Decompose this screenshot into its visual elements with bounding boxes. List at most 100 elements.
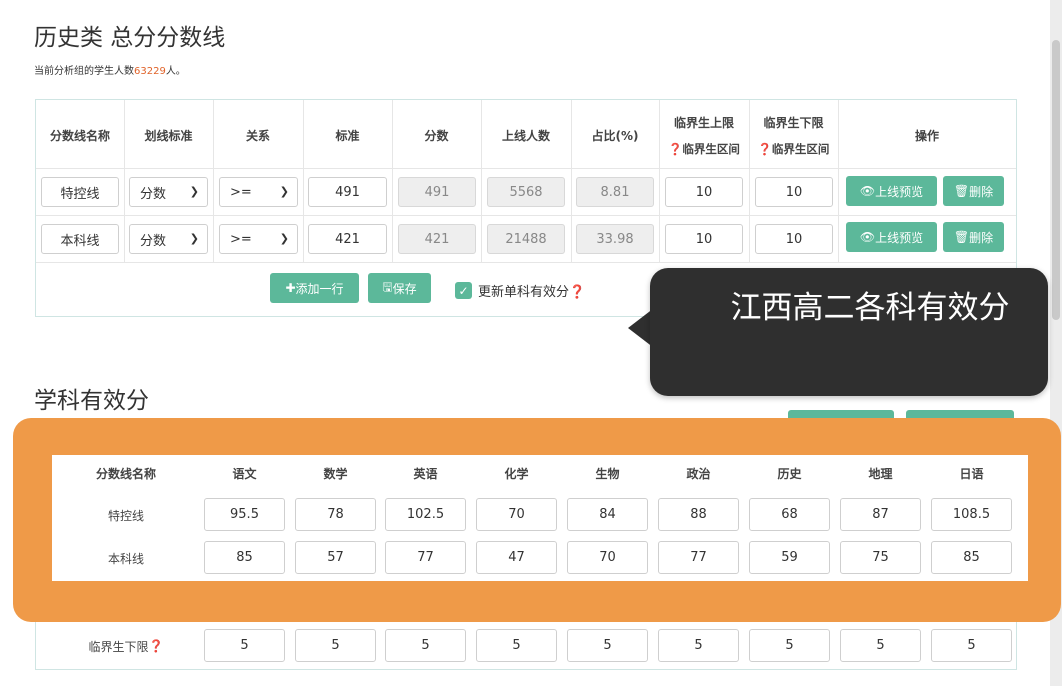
header-standard: 标准 <box>335 128 360 143</box>
lower-limit-input[interactable]: 5 <box>476 629 557 662</box>
score-field: 421 <box>398 224 476 254</box>
save-icon: 🖫 <box>382 279 393 294</box>
lower-limit-input[interactable]: 10 <box>755 224 833 254</box>
upper-limit-input[interactable]: 10 <box>665 177 743 207</box>
divider <box>571 100 572 262</box>
subject-score-input[interactable]: 78 <box>295 498 376 531</box>
criterion-select[interactable]: 分数 ❯ <box>129 224 208 254</box>
lower-limit-input[interactable]: 5 <box>840 629 921 662</box>
standard-input[interactable]: 421 <box>308 224 387 254</box>
preview-label: 上线预览 <box>875 230 924 245</box>
divider <box>838 100 839 262</box>
line-name-input[interactable]: 特控线 <box>41 177 119 207</box>
divider <box>36 168 1016 169</box>
student-count: 63229 <box>134 66 166 77</box>
chevron-down-icon: ❯ <box>279 232 289 245</box>
subject-score-input[interactable]: 85 <box>931 541 1012 574</box>
add-row-button[interactable]: ✚ 添加一行 <box>270 273 359 303</box>
subject-score-input[interactable]: 88 <box>658 498 739 531</box>
pass-count-field: 21488 <box>487 224 565 254</box>
subject-score-input[interactable]: 75 <box>840 541 921 574</box>
upper-limit-input[interactable]: 10 <box>665 224 743 254</box>
divider <box>749 100 750 262</box>
row-name: 特控线 <box>107 508 144 523</box>
delete-label: 删除 <box>969 184 994 199</box>
lower-limit-input[interactable]: 5 <box>385 629 466 662</box>
subject-score-input[interactable]: 57 <box>295 541 376 574</box>
chevron-down-icon: ❯ <box>189 185 199 198</box>
save-label: 保存 <box>392 281 417 296</box>
header-upper-limit: 临界生上限 ❓临界生区间 <box>659 102 749 168</box>
subject-header: 数学 <box>323 466 348 481</box>
subject-score-input[interactable]: 95.5 <box>204 498 285 531</box>
score-field: 491 <box>398 177 476 207</box>
help-icon[interactable]: ❓ <box>668 142 682 156</box>
subject-score-input[interactable]: 59 <box>749 541 830 574</box>
save-button[interactable]: 🖫 保存 <box>368 273 431 303</box>
header-operations: 操作 <box>914 128 939 143</box>
lower-limit-input[interactable]: 5 <box>295 629 376 662</box>
delete-button[interactable]: 🗑 删除 <box>943 176 1004 206</box>
count-suffix: 人。 <box>165 66 186 77</box>
divider <box>303 100 304 262</box>
subject-score-input[interactable]: 47 <box>476 541 557 574</box>
relation-select[interactable]: >= ❯ <box>219 177 298 207</box>
count-prefix: 当前分析组的学生人数 <box>34 66 134 77</box>
relation-select[interactable]: >= ❯ <box>219 224 298 254</box>
pass-count-field: 5568 <box>487 177 565 207</box>
subject-score-input[interactable]: 70 <box>476 498 557 531</box>
upper-range-label: 临界生区间 <box>682 141 740 156</box>
criterion-value: 分数 <box>140 186 167 202</box>
header-line-name: 分数线名称 <box>49 128 110 143</box>
header-lower-limit: 临界生下限 ❓临界生区间 <box>749 102 838 168</box>
eye-icon: 👁 <box>859 184 876 198</box>
lower-range-hint: ❓临界生区间 <box>758 141 830 157</box>
update-checkbox[interactable]: ✓ <box>455 282 472 299</box>
update-label-text: 更新单科有效分 <box>478 285 570 300</box>
lower-limit-input[interactable]: 5 <box>749 629 830 662</box>
lower-limit-label: 临界生下限 <box>88 639 149 654</box>
help-icon[interactable]: ❓ <box>569 285 585 300</box>
divider <box>124 100 125 262</box>
preview-label: 上线预览 <box>875 184 924 199</box>
lower-limit-input[interactable]: 10 <box>755 177 833 207</box>
callout-text: 江西高二各科有效分 <box>730 290 1010 326</box>
lower-limit-input[interactable]: 5 <box>567 629 648 662</box>
subject-score-input[interactable]: 84 <box>567 498 648 531</box>
subject-score-input[interactable]: 77 <box>658 541 739 574</box>
preview-button[interactable]: 👁 上线预览 <box>846 222 937 252</box>
subject-header: 日语 <box>959 466 984 481</box>
total-score-title: 历史类 总分分数线 <box>34 25 226 51</box>
help-icon[interactable]: ❓ <box>758 142 772 156</box>
divider <box>213 100 214 262</box>
lower-range-label: 临界生区间 <box>771 141 830 156</box>
standard-input[interactable]: 491 <box>308 177 387 207</box>
subject-score-input[interactable]: 70 <box>567 541 648 574</box>
subject-score-input[interactable]: 68 <box>749 498 830 531</box>
lower-limit-input[interactable]: 5 <box>204 629 285 662</box>
lower-limit-input[interactable]: 5 <box>658 629 739 662</box>
criterion-select[interactable]: 分数 ❯ <box>129 177 208 207</box>
help-icon[interactable]: ❓ <box>149 639 164 653</box>
header-pass-count: 上线人数 <box>501 128 550 143</box>
subject-score-input[interactable]: 102.5 <box>385 498 466 531</box>
line-name-input[interactable]: 本科线 <box>41 224 119 254</box>
lower-limit-input[interactable]: 5 <box>931 629 1012 662</box>
lower-limit-row-label: 临界生下限 ❓ <box>53 629 199 663</box>
ratio-field: 8.81 <box>576 177 654 207</box>
chevron-down-icon: ❯ <box>189 232 199 245</box>
delete-button[interactable]: 🗑 删除 <box>943 222 1004 252</box>
student-count-line: 当前分析组的学生人数63229人。 <box>34 62 186 77</box>
subject-score-input[interactable]: 77 <box>385 541 466 574</box>
divider <box>481 100 482 262</box>
subject-score-input[interactable]: 108.5 <box>931 498 1012 531</box>
subject-score-input[interactable]: 87 <box>840 498 921 531</box>
scrollbar-thumb[interactable] <box>1052 40 1060 320</box>
preview-button[interactable]: 👁 上线预览 <box>846 176 937 206</box>
plus-icon: ✚ <box>285 281 296 295</box>
divider <box>392 100 393 262</box>
row-name: 本科线 <box>107 551 144 566</box>
divider <box>36 215 1016 216</box>
subject-score-input[interactable]: 85 <box>204 541 285 574</box>
header-criterion: 划线标准 <box>144 128 193 143</box>
